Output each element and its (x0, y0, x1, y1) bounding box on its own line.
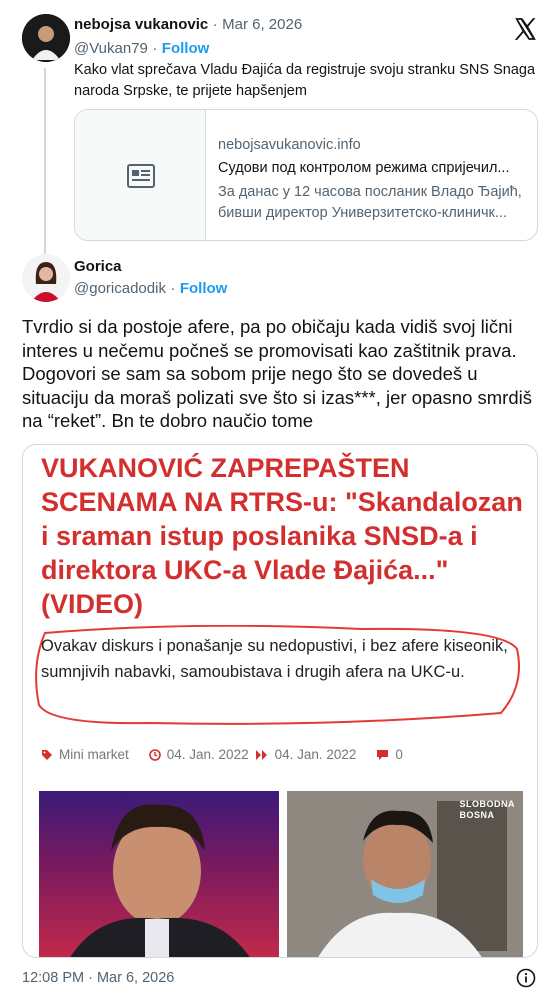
tweet1-header: nebojsa vukanovic · Mar 6, 2026 (74, 16, 302, 34)
watermark-line1: SLOBODNA (459, 799, 515, 809)
tweet1-handle-separator: · (152, 40, 158, 57)
avatar-gorica[interactable] (22, 254, 70, 302)
tweet1-text: Kako vlat sprečava Vladu Đajića da regis… (74, 62, 536, 99)
avatar-person-icon (22, 14, 70, 62)
tweet2-handle-separator: · (170, 280, 176, 297)
tweet2-author-name[interactable]: Gorica (74, 258, 122, 275)
double-arrow-icon (255, 749, 267, 760)
media-comment-count: 0 (395, 747, 403, 762)
clock-icon (148, 748, 161, 761)
watermark-line2: BOSNA (459, 810, 495, 820)
media-meta-row: Mini market 04. Jan. 2022 04. Jan. 2022 … (41, 747, 403, 762)
card-description: За данас у 12 часова посланик Владо Ђаји… (218, 184, 522, 221)
tweet2-header: Gorica (74, 258, 122, 276)
attached-image[interactable]: VUKANOVIĆ ZAPREPAŠTEN SCENAMA NA RTRS-u:… (22, 444, 538, 958)
card-title: Судови под контролом режима спријечил... (218, 160, 510, 176)
photo-left-man-studio (39, 791, 279, 957)
tweet1-handle-row: @Vukan79 · Follow (74, 40, 209, 58)
tweet1-author-name[interactable]: nebojsa vukanovic (74, 16, 208, 33)
media-date-from: 04. Jan. 2022 (166, 747, 249, 762)
thread-connector-line (44, 68, 46, 254)
media-category: Mini market (59, 747, 129, 762)
tweet1-date[interactable]: Mar 6, 2026 (222, 16, 302, 33)
avatar-nebojsa[interactable] (22, 14, 70, 62)
tweet1-separator: · (212, 16, 218, 33)
photo-right-man-mask: SLOBODNA BOSNA (287, 791, 523, 957)
tweet2-handle[interactable]: @goricadodik (74, 280, 166, 297)
article-icon (127, 164, 155, 188)
card-domain: nebojsavukanovic.info (218, 137, 361, 153)
media-headline: VUKANOVIĆ ZAPREPAŠTEN SCENAMA NA RTRS-u:… (41, 453, 523, 619)
card-thumbnail (75, 110, 206, 240)
tweet2-text: Tvrdio si da postoje afere, pa po običaj… (22, 316, 532, 431)
tweet2-follow-button[interactable]: Follow (180, 280, 228, 297)
tweet1-follow-button[interactable]: Follow (162, 40, 210, 57)
media-date-to: 04. Jan. 2022 (274, 747, 357, 762)
x-logo-icon[interactable] (512, 16, 538, 42)
media-quote: Ovakav diskurs i ponašanje su nedopustiv… (41, 637, 508, 681)
info-icon[interactable] (516, 968, 536, 988)
watermark-logo: SLOBODNA BOSNA (460, 799, 516, 821)
tag-icon (42, 749, 52, 760)
person-photo-icon (70, 804, 250, 957)
avatar-person-icon (22, 254, 70, 302)
link-preview-card[interactable]: nebojsavukanovic.info Судови под контрол… (74, 109, 538, 241)
comment-icon (377, 749, 389, 760)
tweet2-timestamp[interactable]: 12:08 PM · Mar 6, 2026 (22, 970, 174, 986)
tweet1-handle[interactable]: @Vukan79 (74, 40, 148, 57)
tweet2-handle-row: @goricadodik · Follow (74, 280, 227, 298)
